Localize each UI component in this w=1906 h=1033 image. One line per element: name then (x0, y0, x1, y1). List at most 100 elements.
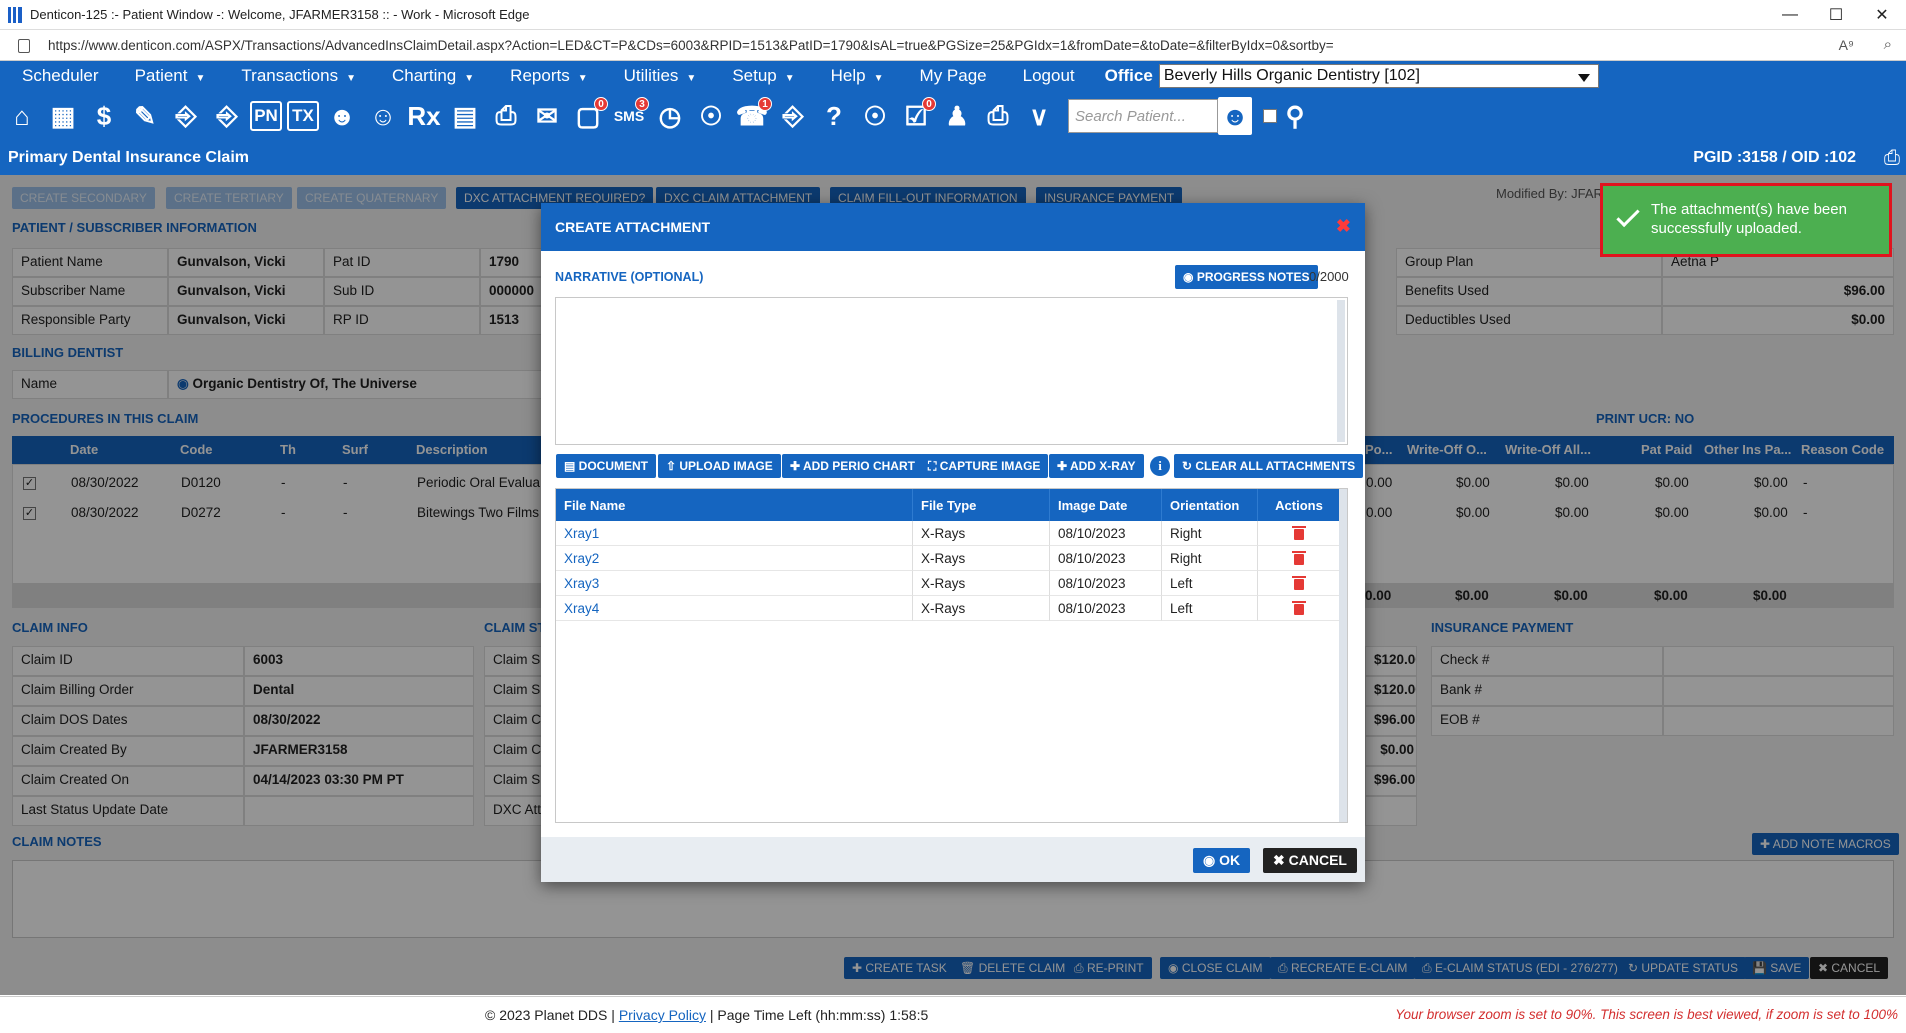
url-text[interactable]: https://www.denticon.com/ASPX/Transactio… (48, 38, 1334, 53)
checklist-icon[interactable]: ☑ 0 (898, 97, 936, 135)
caret-down-icon: ▼ (577, 73, 588, 84)
char-count: 0/2000 (1309, 269, 1349, 284)
add-family-icon[interactable]: ☺ (365, 97, 401, 135)
capture-image-button[interactable]: ⛶ CAPTURE IMAGE (920, 454, 1049, 478)
group-search-icon[interactable]: ⚲ (1277, 97, 1313, 135)
ids-text: PGID :3158 / OID :102 (1693, 149, 1856, 166)
delete-icon[interactable] (1292, 526, 1306, 540)
close-window-icon[interactable]: ✕ (1859, 0, 1905, 30)
lock-icon (18, 38, 30, 53)
success-toast[interactable]: The attachment(s) have been successfully… (1600, 183, 1892, 257)
col-orientation[interactable]: Orientation (1162, 489, 1258, 521)
chat-icon[interactable]: ▢ 0 (570, 97, 608, 135)
tx-icon[interactable]: TX (287, 101, 319, 131)
notes-icon[interactable]: ▤ (447, 97, 483, 135)
tooth-icon[interactable]: ⎆ (168, 97, 204, 135)
menu-utilities[interactable]: Utilities ▼ (602, 66, 711, 86)
modal-close-icon[interactable]: ✖ (1336, 216, 1351, 237)
progress-notes-button[interactable]: ◉ PROGRESS NOTES (1175, 265, 1318, 289)
rx-icon[interactable]: Rx (406, 97, 442, 135)
file-link[interactable]: Xray2 (556, 546, 913, 571)
page-footer: © 2023 Planet DDS | Privacy Policy | Pag… (0, 996, 1906, 1033)
mail-icon[interactable]: ✉ (529, 97, 565, 135)
col-actions: Actions (1258, 489, 1341, 521)
calendar-icon[interactable]: ▦ (45, 97, 81, 135)
sms-icon[interactable]: SMS 3 (611, 97, 649, 135)
textarea-scrollbar[interactable] (1337, 300, 1345, 442)
add-patient-icon[interactable]: ☻ (324, 97, 360, 135)
home-icon[interactable]: ⌂ (4, 97, 40, 135)
menu-setup[interactable]: Setup ▼ (710, 66, 808, 86)
col-file-name[interactable]: File Name (556, 489, 913, 521)
pn-icon[interactable]: PN (250, 101, 282, 131)
document-button[interactable]: ▤ DOCUMENT (556, 454, 656, 478)
globe-settings-icon[interactable]: ☉ (693, 97, 729, 135)
delete-icon[interactable] (1292, 601, 1306, 615)
maximize-icon[interactable]: ☐ (1813, 0, 1859, 30)
col-file-type[interactable]: File Type (913, 489, 1050, 521)
read-aloud-icon[interactable]: A⁹ (1839, 37, 1854, 53)
clear-all-attachments-button[interactable]: ↻ CLEAR ALL ATTACHMENTS (1174, 454, 1364, 478)
printer-icon[interactable]: ⎙ (980, 97, 1016, 135)
patient-search-icon[interactable]: ☻ (1218, 97, 1252, 135)
search-patient-input[interactable]: Search Patient... (1068, 99, 1218, 133)
app-logo-icon (8, 6, 22, 23)
page-header: Primary Dental Insurance Claim PGID :315… (0, 141, 1906, 175)
page-title: Primary Dental Insurance Claim (8, 149, 249, 166)
chevron-down-icon (1577, 74, 1590, 82)
menu-scheduler[interactable]: Scheduler (0, 66, 113, 86)
globe-icon[interactable]: ☉ (857, 97, 893, 135)
attachments-grid: File Name File Type Image Date Orientati… (555, 488, 1348, 823)
tooth-chart-icon[interactable]: ⎆ (209, 97, 245, 135)
caret-down-icon: ▼ (784, 73, 795, 84)
cancel-button[interactable]: ✖ CANCEL (1263, 848, 1357, 873)
file-link[interactable]: Xray3 (556, 571, 913, 596)
narrative-label: NARRATIVE (OPTIONAL) (555, 270, 704, 284)
menu-reports[interactable]: Reports ▼ (488, 66, 601, 86)
people-icon[interactable]: ♟ (939, 97, 975, 135)
modal-footer: ◉ OK ✖ CANCEL (541, 837, 1365, 882)
minimize-icon[interactable]: — (1767, 0, 1813, 30)
support-icon[interactable]: ☎ 1 (734, 97, 772, 135)
menu-patient[interactable]: Patient ▼ (113, 66, 220, 86)
alert-badge: 1 (758, 97, 772, 111)
print-page-icon[interactable]: ⎙ (1884, 147, 1900, 170)
delete-icon[interactable] (1292, 576, 1306, 590)
modal-header: CREATE ATTACHMENT (541, 203, 1365, 251)
chevron-down-box-icon[interactable]: ∨ (1021, 97, 1057, 135)
info-icon[interactable]: i (1150, 456, 1170, 476)
menu-logout[interactable]: Logout (1001, 66, 1089, 86)
file-link[interactable]: Xray4 (556, 596, 913, 621)
edit-notes-icon[interactable]: ✎ (127, 97, 163, 135)
zoom-icon[interactable]: ⌕ (1884, 36, 1892, 53)
add-xray-button[interactable]: ✚ ADD X-RAY (1049, 454, 1144, 478)
clock-icon[interactable]: ◷ (652, 97, 688, 135)
menu-transactions[interactable]: Transactions ▼ (219, 66, 370, 86)
grid-scrollbar[interactable] (1339, 489, 1347, 822)
menu-charting[interactable]: Charting ▼ (370, 66, 488, 86)
file-link[interactable]: Xray1 (556, 521, 913, 546)
page-time-text: | Page Time Left (hh:mm:ss) 1:58:5 (709, 1007, 929, 1023)
print-icon[interactable]: ⎙ (488, 97, 524, 135)
col-image-date[interactable]: Image Date (1050, 489, 1162, 521)
dollar-icon[interactable]: $ (86, 97, 122, 135)
caret-down-icon: ▼ (346, 73, 356, 84)
privacy-link[interactable]: Privacy Policy (619, 1007, 706, 1023)
menu-my-page[interactable]: My Page (898, 66, 1001, 86)
narrative-textarea[interactable] (555, 297, 1348, 445)
address-bar[interactable]: https://www.denticon.com/ASPX/Transactio… (0, 31, 1906, 61)
menu-help[interactable]: Help ▼ (809, 66, 898, 86)
toolbar-checkbox[interactable] (1263, 109, 1277, 123)
tooth-outline-icon[interactable]: ⎆ (775, 97, 811, 135)
tooth-question-icon[interactable]: ? (816, 97, 852, 135)
add-perio-chart-button[interactable]: ✚ ADD PERIO CHART (782, 454, 923, 478)
office-label: Office (1104, 66, 1153, 85)
ok-button[interactable]: ◉ OK (1193, 848, 1251, 873)
upload-image-button[interactable]: ⇧ UPLOAD IMAGE (658, 454, 781, 478)
toast-message: The attachment(s) have been successfully… (1651, 201, 1847, 237)
office-select[interactable]: Beverly Hills Organic Dentistry [102] (1158, 64, 1599, 88)
window-title: Denticon-125 :- Patient Window -: Welcom… (30, 7, 530, 22)
checklist-badge: 0 (922, 97, 936, 111)
sms-badge: 3 (635, 97, 649, 111)
delete-icon[interactable] (1292, 551, 1306, 565)
